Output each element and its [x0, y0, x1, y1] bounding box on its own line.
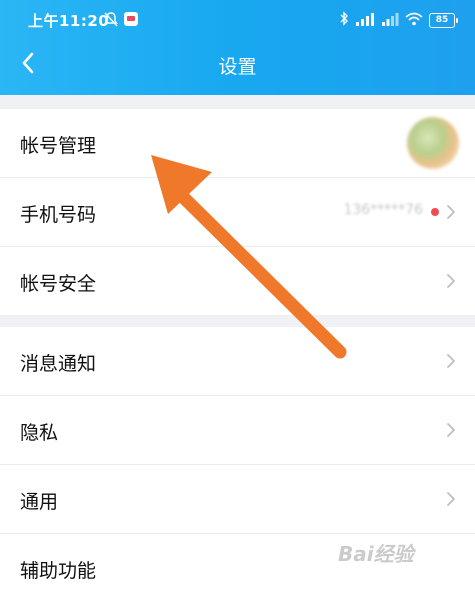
header-bar: 上午11:20 85 设置: [0, 0, 475, 95]
watermark: Bai经验: [338, 542, 414, 566]
status-icons: 85: [339, 11, 458, 30]
page-title: 设置: [218, 56, 257, 78]
bell-muted-icon: [104, 12, 118, 31]
chevron-right-icon: [447, 492, 455, 506]
status-bar: 上午11:20 85: [0, 0, 475, 40]
signal-icon: [355, 11, 375, 30]
settings-item-label: 通用: [20, 491, 59, 513]
phone-number-value: 136*****76: [343, 202, 423, 218]
chevron-right-icon: [447, 274, 455, 288]
signal-2-icon: [381, 11, 399, 30]
bluetooth-icon: [339, 11, 349, 30]
settings-item-label: 消息通知: [20, 353, 97, 375]
chevron-right-icon: [447, 423, 455, 437]
avatar: [407, 117, 459, 169]
settings-group-account: 帐号管理 手机号码 136*****76 帐号安全: [0, 109, 475, 315]
settings-item-label: 隐私: [20, 422, 59, 444]
settings-item-label: 手机号码: [20, 204, 97, 226]
settings-item-privacy[interactable]: 隐私: [0, 396, 475, 465]
app-notification-icon: [124, 12, 138, 26]
battery-icon: 85: [429, 13, 458, 28]
wifi-icon: [405, 11, 423, 30]
settings-item-label: 辅助功能: [20, 560, 97, 582]
settings-item-account-management[interactable]: 帐号管理: [0, 109, 475, 178]
settings-item-label: 帐号管理: [20, 135, 97, 157]
chevron-right-icon: [447, 354, 455, 368]
settings-item-account-security[interactable]: 帐号安全: [0, 247, 475, 315]
red-dot-badge: [431, 208, 439, 216]
settings-item-notifications[interactable]: 消息通知: [0, 327, 475, 396]
settings-item-label: 帐号安全: [20, 273, 97, 295]
status-time: 上午11:20: [28, 12, 110, 30]
chevron-right-icon: [447, 205, 455, 219]
settings-item-general[interactable]: 通用: [0, 465, 475, 534]
settings-item-phone-number[interactable]: 手机号码 136*****76: [0, 178, 475, 247]
